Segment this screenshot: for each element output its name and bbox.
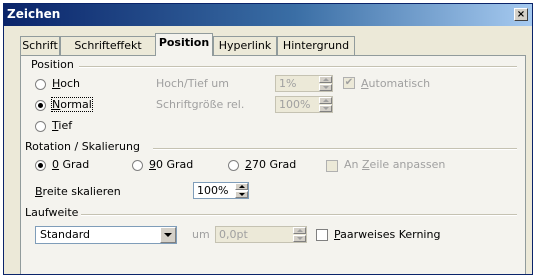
radio-hoch-label[interactable]: Hoch bbox=[52, 77, 80, 90]
position-heading: Position bbox=[31, 58, 74, 71]
radio-hoch[interactable] bbox=[35, 79, 46, 90]
hochtief-spinner[interactable]: 1% bbox=[275, 75, 333, 92]
spacing-heading: Laufweite bbox=[25, 206, 79, 219]
radio-0-grad-label[interactable]: 0 Grad bbox=[52, 158, 89, 171]
separator bbox=[153, 148, 517, 150]
spin-down-icon[interactable] bbox=[319, 105, 332, 112]
separator bbox=[79, 66, 517, 68]
radio-0-grad[interactable] bbox=[35, 160, 46, 171]
kerning-checkbox[interactable] bbox=[316, 229, 328, 241]
spin-down-icon[interactable] bbox=[293, 235, 306, 242]
spin-up-icon[interactable] bbox=[235, 183, 248, 190]
radio-270-grad[interactable] bbox=[228, 160, 239, 171]
tab-panel: Position Hoch Normal Tief Hoch/Tief um 1… bbox=[20, 55, 526, 274]
automatisch-checkbox[interactable]: ✔ bbox=[343, 77, 355, 89]
spacing-by-label: um bbox=[192, 228, 210, 241]
tab-hyperlink[interactable]: Hyperlink bbox=[213, 36, 277, 55]
chevron-down-icon[interactable] bbox=[160, 227, 176, 243]
spin-down-icon[interactable] bbox=[319, 84, 332, 91]
scale-width-spinner[interactable]: 100% bbox=[193, 182, 249, 199]
radio-90-grad[interactable] bbox=[132, 160, 143, 171]
spacing-by-spinner[interactable]: 0,0pt bbox=[215, 226, 307, 243]
close-button[interactable]: × bbox=[514, 8, 528, 21]
spin-up-icon[interactable] bbox=[293, 227, 306, 234]
automatisch-label[interactable]: Automatisch bbox=[361, 77, 430, 90]
radio-tief[interactable] bbox=[35, 121, 46, 132]
size-rel-spinner[interactable]: 100% bbox=[275, 96, 333, 113]
separator bbox=[81, 214, 517, 216]
hochtief-label: Hoch/Tief um bbox=[156, 77, 229, 90]
radio-normal[interactable] bbox=[35, 100, 46, 111]
fit-line-label[interactable]: An Zeile anpassen bbox=[344, 158, 445, 171]
rotation-heading: Rotation / Skalierung bbox=[25, 140, 140, 153]
tab-hintergrund[interactable]: Hintergrund bbox=[277, 36, 355, 55]
radio-90-grad-label[interactable]: 90 Grad bbox=[149, 158, 193, 171]
character-dialog: Zeichen × Schrift Schrifteffekt Position… bbox=[3, 3, 533, 275]
dialog-title: Zeichen bbox=[7, 7, 61, 21]
tab-schrift[interactable]: Schrift bbox=[20, 36, 60, 55]
kerning-label[interactable]: Paarweises Kerning bbox=[334, 228, 440, 241]
scale-width-label: Breite skalieren bbox=[35, 185, 121, 198]
tab-schrifteffekt[interactable]: Schrifteffekt bbox=[60, 36, 156, 55]
radio-270-grad-label[interactable]: 270 Grad bbox=[245, 158, 296, 171]
spin-up-icon[interactable] bbox=[319, 97, 332, 104]
tab-position[interactable]: Position bbox=[155, 33, 213, 56]
radio-normal-label[interactable]: Normal bbox=[51, 97, 93, 112]
spin-up-icon[interactable] bbox=[319, 76, 332, 83]
fit-line-checkbox[interactable] bbox=[326, 160, 338, 172]
spin-down-icon[interactable] bbox=[235, 191, 248, 198]
radio-tief-label[interactable]: Tief bbox=[52, 119, 72, 132]
spacing-select[interactable]: Standard bbox=[35, 226, 177, 244]
title-bar: Zeichen × bbox=[4, 4, 532, 26]
size-rel-label: Schriftgröße rel. bbox=[156, 98, 245, 111]
